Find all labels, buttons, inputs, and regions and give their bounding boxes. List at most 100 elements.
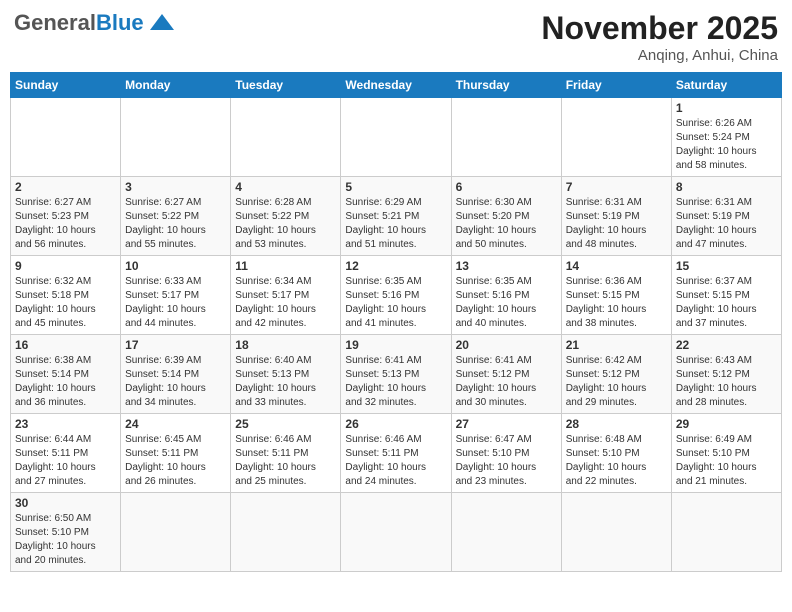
table-row: 7Sunrise: 6:31 AM Sunset: 5:19 PM Daylig… bbox=[561, 177, 671, 256]
table-row bbox=[11, 98, 121, 177]
table-row: 17 Sunrise: 6:39 AM Sunset: 5:14 PM Dayli… bbox=[121, 335, 231, 414]
table-row bbox=[561, 493, 671, 572]
day-info: Sunrise: 6:35 AM Sunset: 5:16 PM Dayligh… bbox=[345, 275, 446, 331]
table-row bbox=[671, 493, 781, 572]
calendar-table: Sunday Monday Tuesday Wednesday Thursday… bbox=[10, 72, 782, 572]
table-row: 9Sunrise: 6:32 AM Sunset: 5:18 PM Daylig… bbox=[11, 256, 121, 335]
header-wednesday: Wednesday bbox=[341, 73, 451, 98]
calendar-week-row: 2 Sunrise: 6:27 AM Sunset: 5:23 PM Daylig… bbox=[11, 177, 782, 256]
day-number: 24 bbox=[125, 417, 226, 431]
day-number: 15 bbox=[676, 259, 777, 273]
month-title: November 2025 bbox=[541, 10, 778, 47]
header-thursday: Thursday bbox=[451, 73, 561, 98]
day-number: 21 bbox=[566, 338, 667, 352]
calendar-week-row: 30 Sunrise: 6:50 AM Sunset: 5:10 PM Dayli… bbox=[11, 493, 782, 572]
table-row bbox=[121, 98, 231, 177]
day-info: Sunrise: 6:43 AM Sunset: 5:12 PM Dayligh… bbox=[676, 354, 777, 410]
table-row: 16 Sunrise: 6:38 AM Sunset: 5:14 PM Dayli… bbox=[11, 335, 121, 414]
table-row: 30 Sunrise: 6:50 AM Sunset: 5:10 PM Dayli… bbox=[11, 493, 121, 572]
day-number: 30 bbox=[15, 496, 116, 510]
logo: General Blue bbox=[14, 10, 176, 36]
page-header: General Blue November 2025 Anqing, Anhui… bbox=[10, 10, 782, 64]
day-info: Sunrise: 6:50 AM Sunset: 5:10 PM Dayligh… bbox=[15, 512, 116, 568]
day-number: 17 bbox=[125, 338, 226, 352]
weekday-header-row: Sunday Monday Tuesday Wednesday Thursday… bbox=[11, 73, 782, 98]
table-row: 13 Sunrise: 6:35 AM Sunset: 5:16 PM Dayli… bbox=[451, 256, 561, 335]
logo-general-text: General bbox=[14, 10, 96, 36]
table-row bbox=[451, 493, 561, 572]
day-info: Sunrise: 6:36 AM Sunset: 5:15 PM Dayligh… bbox=[566, 275, 667, 331]
table-row: 27Sunrise: 6:47 AM Sunset: 5:10 PM Dayli… bbox=[451, 414, 561, 493]
calendar-week-row: 16 Sunrise: 6:38 AM Sunset: 5:14 PM Dayli… bbox=[11, 335, 782, 414]
table-row: 12 Sunrise: 6:35 AM Sunset: 5:16 PM Dayli… bbox=[341, 256, 451, 335]
day-info: Sunrise: 6:41 AM Sunset: 5:12 PM Dayligh… bbox=[456, 354, 557, 410]
header-tuesday: Tuesday bbox=[231, 73, 341, 98]
day-info: Sunrise: 6:47 AM Sunset: 5:10 PM Dayligh… bbox=[456, 433, 557, 489]
day-info: Sunrise: 6:46 AM Sunset: 5:11 PM Dayligh… bbox=[345, 433, 446, 489]
day-number: 23 bbox=[15, 417, 116, 431]
day-number: 26 bbox=[345, 417, 446, 431]
day-number: 12 bbox=[345, 259, 446, 273]
table-row: 19 Sunrise: 6:41 AM Sunset: 5:13 PM Dayli… bbox=[341, 335, 451, 414]
title-section: November 2025 Anqing, Anhui, China bbox=[541, 10, 778, 64]
day-number: 11 bbox=[235, 259, 336, 273]
day-info: Sunrise: 6:46 AM Sunset: 5:11 PM Dayligh… bbox=[235, 433, 336, 489]
header-sunday: Sunday bbox=[11, 73, 121, 98]
day-number: 13 bbox=[456, 259, 557, 273]
day-number: 16 bbox=[15, 338, 116, 352]
table-row: 11 Sunrise: 6:34 AM Sunset: 5:17 PM Dayli… bbox=[231, 256, 341, 335]
table-row bbox=[121, 493, 231, 572]
day-number: 19 bbox=[345, 338, 446, 352]
day-number: 5 bbox=[345, 180, 446, 194]
day-number: 28 bbox=[566, 417, 667, 431]
table-row bbox=[231, 493, 341, 572]
day-number: 1 bbox=[676, 101, 777, 115]
day-info: Sunrise: 6:37 AM Sunset: 5:15 PM Dayligh… bbox=[676, 275, 777, 331]
day-number: 20 bbox=[456, 338, 557, 352]
table-row: 14 Sunrise: 6:36 AM Sunset: 5:15 PM Dayli… bbox=[561, 256, 671, 335]
day-info: Sunrise: 6:31 AM Sunset: 5:19 PM Dayligh… bbox=[566, 196, 667, 252]
logo-blue-text: Blue bbox=[96, 10, 144, 36]
day-number: 3 bbox=[125, 180, 226, 194]
table-row: 5 Sunrise: 6:29 AM Sunset: 5:21 PM Daylig… bbox=[341, 177, 451, 256]
day-info: Sunrise: 6:30 AM Sunset: 5:20 PM Dayligh… bbox=[456, 196, 557, 252]
day-number: 10 bbox=[125, 259, 226, 273]
day-info: Sunrise: 6:39 AM Sunset: 5:14 PM Dayligh… bbox=[125, 354, 226, 410]
day-info: Sunrise: 6:29 AM Sunset: 5:21 PM Dayligh… bbox=[345, 196, 446, 252]
day-info: Sunrise: 6:44 AM Sunset: 5:11 PM Dayligh… bbox=[15, 433, 116, 489]
table-row: 15 Sunrise: 6:37 AM Sunset: 5:15 PM Dayli… bbox=[671, 256, 781, 335]
day-info: Sunrise: 6:28 AM Sunset: 5:22 PM Dayligh… bbox=[235, 196, 336, 252]
table-row bbox=[231, 98, 341, 177]
logo-icon bbox=[148, 12, 176, 34]
table-row: 4 Sunrise: 6:28 AM Sunset: 5:22 PM Daylig… bbox=[231, 177, 341, 256]
table-row: 26 Sunrise: 6:46 AM Sunset: 5:11 PM Dayli… bbox=[341, 414, 451, 493]
day-info: Sunrise: 6:38 AM Sunset: 5:14 PM Dayligh… bbox=[15, 354, 116, 410]
day-info: Sunrise: 6:33 AM Sunset: 5:17 PM Dayligh… bbox=[125, 275, 226, 331]
day-number: 2 bbox=[15, 180, 116, 194]
day-info: Sunrise: 6:34 AM Sunset: 5:17 PM Dayligh… bbox=[235, 275, 336, 331]
table-row: 6Sunrise: 6:30 AM Sunset: 5:20 PM Daylig… bbox=[451, 177, 561, 256]
day-info: Sunrise: 6:35 AM Sunset: 5:16 PM Dayligh… bbox=[456, 275, 557, 331]
table-row: 28 Sunrise: 6:48 AM Sunset: 5:10 PM Dayli… bbox=[561, 414, 671, 493]
day-number: 14 bbox=[566, 259, 667, 273]
day-info: Sunrise: 6:45 AM Sunset: 5:11 PM Dayligh… bbox=[125, 433, 226, 489]
day-number: 9 bbox=[15, 259, 116, 273]
day-info: Sunrise: 6:27 AM Sunset: 5:23 PM Dayligh… bbox=[15, 196, 116, 252]
day-info: Sunrise: 6:42 AM Sunset: 5:12 PM Dayligh… bbox=[566, 354, 667, 410]
day-info: Sunrise: 6:40 AM Sunset: 5:13 PM Dayligh… bbox=[235, 354, 336, 410]
table-row: 23 Sunrise: 6:44 AM Sunset: 5:11 PM Dayli… bbox=[11, 414, 121, 493]
table-row: 25Sunrise: 6:46 AM Sunset: 5:11 PM Dayli… bbox=[231, 414, 341, 493]
table-row: 22Sunrise: 6:43 AM Sunset: 5:12 PM Dayli… bbox=[671, 335, 781, 414]
calendar-week-row: 23 Sunrise: 6:44 AM Sunset: 5:11 PM Dayli… bbox=[11, 414, 782, 493]
day-info: Sunrise: 6:26 AM Sunset: 5:24 PM Dayligh… bbox=[676, 117, 777, 173]
table-row: 24 Sunrise: 6:45 AM Sunset: 5:11 PM Dayli… bbox=[121, 414, 231, 493]
day-number: 4 bbox=[235, 180, 336, 194]
table-row: 10 Sunrise: 6:33 AM Sunset: 5:17 PM Dayli… bbox=[121, 256, 231, 335]
table-row: 8Sunrise: 6:31 AM Sunset: 5:19 PM Daylig… bbox=[671, 177, 781, 256]
day-info: Sunrise: 6:41 AM Sunset: 5:13 PM Dayligh… bbox=[345, 354, 446, 410]
table-row: 1 Sunrise: 6:26 AM Sunset: 5:24 PM Daylig… bbox=[671, 98, 781, 177]
day-info: Sunrise: 6:48 AM Sunset: 5:10 PM Dayligh… bbox=[566, 433, 667, 489]
table-row: 2 Sunrise: 6:27 AM Sunset: 5:23 PM Daylig… bbox=[11, 177, 121, 256]
location: Anqing, Anhui, China bbox=[541, 47, 778, 64]
day-number: 29 bbox=[676, 417, 777, 431]
